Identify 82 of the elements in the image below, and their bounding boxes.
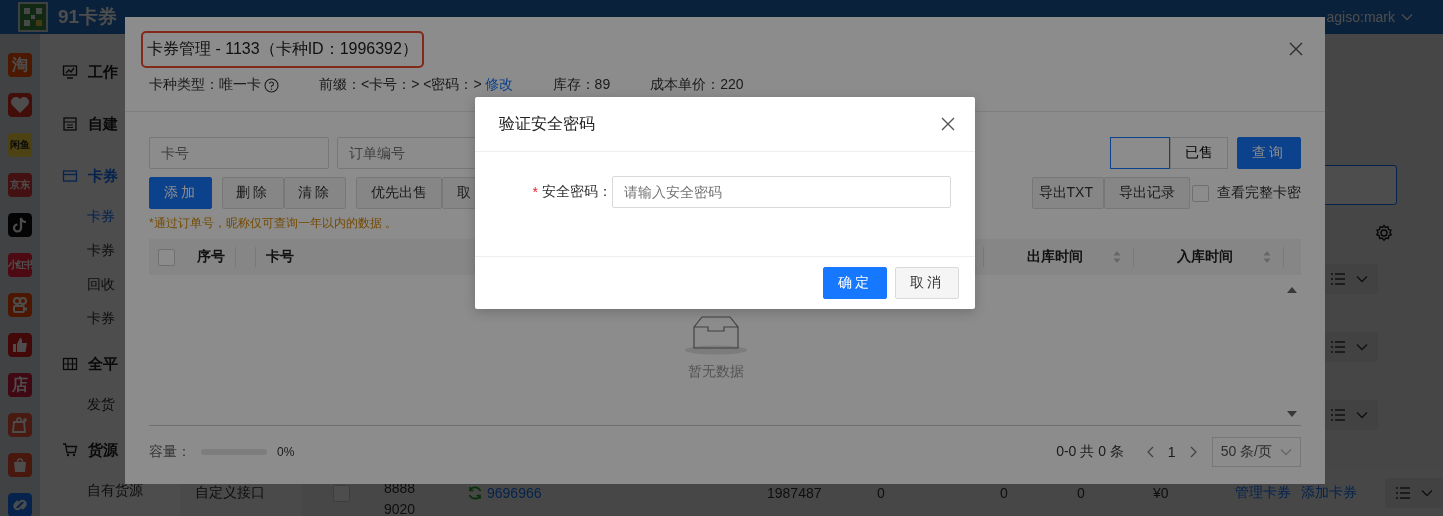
chevron-down-icon — [1421, 489, 1433, 497]
column-header[interactable]: 入库时间 — [1176, 248, 1233, 266]
confirm-button[interactable]: 确定 — [823, 267, 887, 299]
card-icon — [62, 168, 78, 184]
list-icon — [1330, 272, 1346, 286]
search-button[interactable]: 查询 — [1237, 137, 1301, 169]
filter-option[interactable]: 已售 — [1170, 137, 1228, 169]
chevron-down-icon — [1401, 13, 1413, 21]
column-header: 卡号 — [266, 248, 294, 266]
action-button[interactable]: 优先出售 — [356, 177, 442, 209]
row-checkbox[interactable] — [332, 484, 350, 502]
checkbox-label: 查看完整卡密 — [1217, 184, 1301, 202]
shopping-bag-app-icon[interactable] — [8, 413, 32, 437]
cart-icon — [62, 442, 78, 458]
link-app-icon[interactable] — [8, 493, 32, 516]
info-text: 成本单价：220 — [650, 76, 744, 94]
app-title: 91卡券 — [58, 5, 118, 29]
menu-section[interactable]: 全平 — [62, 341, 180, 387]
info-text: 前缀：<卡号：> <密码：> — [319, 76, 482, 94]
scroll-down-icon[interactable] — [1287, 411, 1297, 417]
close-icon[interactable] — [1289, 42, 1303, 56]
info-text: 库存：89 — [552, 76, 611, 94]
grid-icon — [62, 356, 78, 372]
app-shortcut[interactable]: 店 — [8, 373, 32, 397]
bag-app-icon[interactable] — [8, 453, 32, 477]
action-button[interactable]: 添加 — [149, 177, 212, 209]
page-size-select[interactable]: 50 条/页 — [1211, 437, 1301, 467]
refresh-icon — [467, 485, 483, 501]
chevron-down-icon — [1356, 411, 1368, 419]
camera-app-icon[interactable] — [8, 293, 32, 317]
scroll-up-icon[interactable] — [1287, 287, 1297, 293]
help-icon — [264, 77, 279, 93]
prev-page-icon[interactable] — [1145, 446, 1154, 458]
edit-link[interactable]: 修改 — [484, 76, 513, 94]
checkbox[interactable] — [1192, 184, 1209, 202]
list-icon — [1330, 408, 1346, 422]
list-icon — [1330, 340, 1346, 354]
empty-tray-icon — [684, 315, 748, 355]
table-cell-text: 1987487 — [767, 485, 823, 501]
app-shortcut[interactable]: 闲鱼 — [8, 133, 32, 157]
settings-icon[interactable] — [1375, 224, 1393, 242]
grid-logo-icon — [18, 2, 48, 32]
next-page-icon[interactable] — [1189, 446, 1198, 458]
column-header: 序号 — [197, 248, 225, 266]
table-cell-text: 0 — [1000, 485, 1009, 501]
input-field[interactable]: 卡号 — [149, 137, 329, 169]
table-cell-text: 0 — [877, 485, 886, 501]
required-mark: * — [532, 184, 538, 200]
music-note-app-icon[interactable] — [8, 213, 32, 237]
id-link[interactable]: 9696966 — [487, 485, 542, 501]
select-all-checkbox[interactable] — [157, 248, 175, 266]
thumbs-up-app-icon[interactable] — [8, 333, 32, 357]
table-cell-text: 0 — [1077, 485, 1086, 501]
chevron-down-icon — [1356, 343, 1368, 351]
info-text: 卡种类型：唯一卡 — [149, 76, 261, 94]
field-label: 安全密码： — [542, 183, 612, 201]
chevron-down-icon — [1280, 448, 1292, 456]
chevron-down-icon — [1356, 275, 1368, 283]
app-shortcut[interactable]: 淘 — [8, 53, 32, 77]
action-button[interactable]: 导出TXT — [1032, 177, 1104, 209]
app-shortcut[interactable]: 小红书 — [8, 253, 32, 277]
notice-text: *通过订单号，昵称仅可查询一年以内的数据 。 — [149, 215, 398, 231]
cancel-button[interactable]: 取消 — [895, 267, 959, 299]
page-range: 0-0 共 0 条 — [1056, 443, 1124, 461]
monitor-chart-icon — [62, 64, 78, 80]
heart-app-icon[interactable] — [8, 93, 32, 117]
action-button[interactable]: 删除 — [222, 177, 284, 209]
action-button[interactable]: 导出记录 — [1104, 177, 1190, 209]
filter-option[interactable] — [1110, 137, 1170, 169]
capacity-label: 容量： — [149, 443, 191, 461]
close-icon[interactable] — [941, 117, 955, 131]
user-menu[interactable]: agiso:mark — [1326, 9, 1413, 25]
page-number[interactable]: 1 — [1167, 444, 1176, 460]
action-button[interactable]: 清除 — [284, 177, 346, 209]
column-header[interactable]: 出库时间 — [1026, 248, 1083, 266]
list-icon — [1395, 486, 1411, 500]
document-icon — [62, 116, 78, 132]
dialog-title: 验证安全密码 — [499, 113, 595, 134]
password-field[interactable]: 请输入安全密码 — [612, 176, 951, 208]
table-cell-text: ¥0 — [1153, 485, 1170, 501]
dialog-title: 卡券管理 - 1133（卡种ID：1996392） — [141, 30, 424, 68]
capacity-value: 0% — [277, 445, 295, 459]
